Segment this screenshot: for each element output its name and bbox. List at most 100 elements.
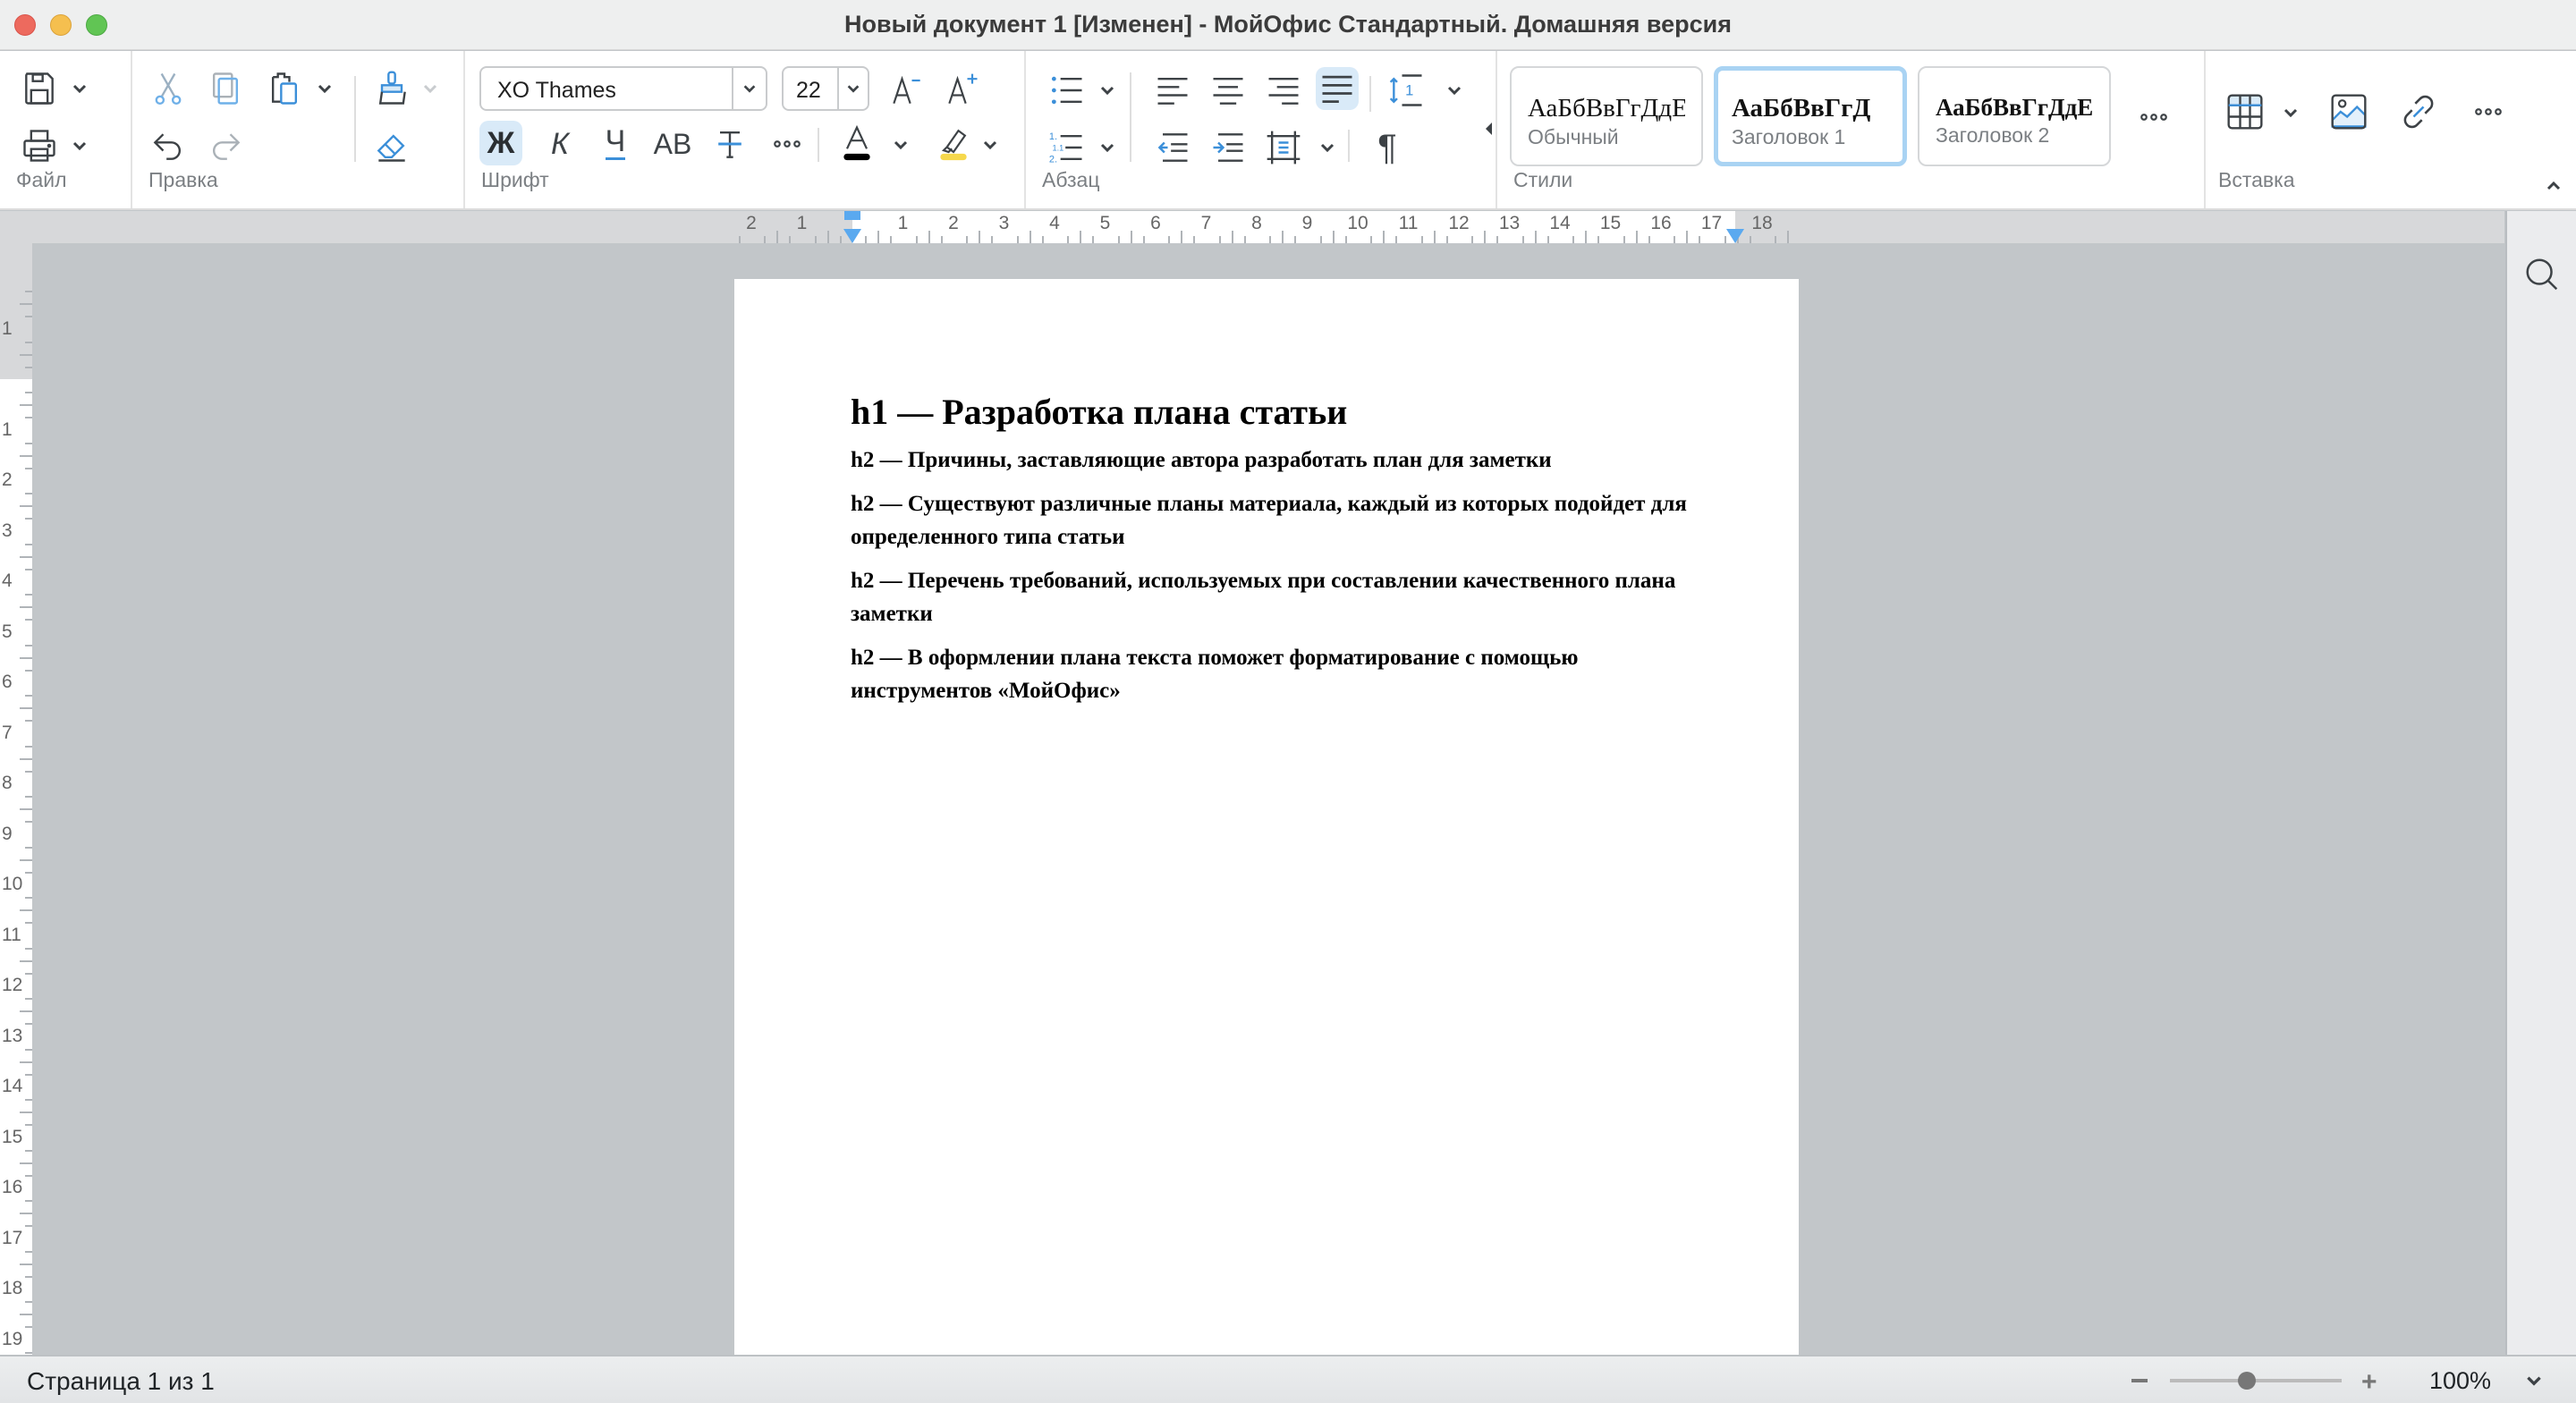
- zoom-slider-handle[interactable]: [2238, 1372, 2257, 1390]
- ruler-tick: [1193, 236, 1196, 243]
- more-insert-button[interactable]: [2465, 89, 2512, 135]
- clear-format-button[interactable]: [369, 123, 415, 169]
- style-normal[interactable]: АаБбВвГгДдЕе Обычный: [1510, 66, 1703, 166]
- format-painter-button[interactable]: [369, 65, 415, 112]
- ruler-label: 8: [2, 773, 13, 793]
- align-justify-button[interactable]: [1316, 67, 1359, 110]
- style-sample: АаБбВвГгД: [1732, 95, 1871, 123]
- ruler-tick: [1383, 231, 1385, 243]
- ruler-tick: [25, 1250, 32, 1253]
- insert-table-button[interactable]: [2222, 89, 2268, 135]
- more-font-options-button[interactable]: [764, 121, 810, 167]
- font-size-select[interactable]: 22: [782, 66, 869, 111]
- line-spacing-button[interactable]: 1: [1384, 67, 1430, 114]
- document-content[interactable]: h1 — Разработка плана статьи h2 — Причин…: [851, 390, 1709, 718]
- ruler-tick: [20, 1314, 32, 1316]
- print-button[interactable]: [16, 123, 63, 169]
- text-color-button[interactable]: [834, 119, 880, 165]
- strikethrough-button[interactable]: [707, 121, 753, 167]
- heading-1[interactable]: h1 — Разработка плана статьи: [851, 390, 1709, 435]
- chevron-down-icon: [2284, 108, 2298, 118]
- redo-button[interactable]: [202, 123, 249, 169]
- ruler-tick: [25, 720, 32, 723]
- left-indent-marker[interactable]: [843, 229, 861, 243]
- numbered-list-button[interactable]: 1. 1.1 2.: [1044, 124, 1090, 171]
- text-color-dropdown[interactable]: [889, 133, 912, 156]
- ruler-tick: [25, 392, 32, 394]
- line-spacing-dropdown[interactable]: [1443, 79, 1466, 102]
- font-name-value: XO Thames: [497, 78, 616, 103]
- align-center-button[interactable]: [1205, 67, 1251, 114]
- insert-table-dropdown[interactable]: [2279, 101, 2302, 124]
- svg-text:1.: 1.: [1049, 131, 1057, 142]
- heading-2[interactable]: h2 — В оформлении плана текста поможет ф…: [851, 641, 1709, 707]
- ruler-label: 19: [2, 1328, 23, 1349]
- paragraph-group-label: Абзац: [1042, 168, 1100, 191]
- right-indent-marker[interactable]: [1726, 229, 1744, 243]
- collapse-left-arrow[interactable]: [1486, 123, 1492, 135]
- print-dropdown[interactable]: [68, 134, 91, 157]
- font-increase-icon: [948, 73, 978, 105]
- ruler-tick: [25, 1073, 32, 1076]
- format-painter-dropdown[interactable]: [419, 77, 442, 100]
- paragraph-borders-button[interactable]: [1260, 124, 1307, 171]
- ruler-tick: [25, 518, 32, 520]
- paste-dropdown[interactable]: [313, 77, 336, 100]
- font-size-dropdown[interactable]: [837, 68, 868, 109]
- decrease-font-button[interactable]: [884, 67, 930, 114]
- paragraph-borders-dropdown[interactable]: [1316, 136, 1339, 159]
- style-heading-2[interactable]: АаБбВвГгДдЕ Заголовок 2: [1918, 66, 2111, 166]
- document-page[interactable]: h1 — Разработка плана статьи h2 — Причин…: [734, 279, 1799, 1355]
- all-caps-button[interactable]: АВ: [649, 121, 696, 167]
- search-button[interactable]: [2521, 254, 2563, 295]
- ruler-tick: [1029, 231, 1031, 243]
- decrease-indent-button[interactable]: [1149, 124, 1196, 171]
- heading-2[interactable]: h2 — Перечень требований, используемых п…: [851, 564, 1709, 630]
- undo-button[interactable]: [145, 123, 191, 169]
- more-styles-button[interactable]: [2131, 94, 2177, 140]
- vertical-ruler[interactable]: 1 1 2 3 4 5 6 7 8 9 10 11 12 13 14 15 16 17 18 19: [0, 243, 32, 1355]
- font-name-dropdown[interactable]: [732, 68, 766, 109]
- ruler-tick: [1749, 236, 1751, 243]
- save-button[interactable]: [16, 65, 63, 112]
- align-right-button[interactable]: [1260, 67, 1307, 114]
- font-name-select[interactable]: XO Thames: [479, 66, 767, 111]
- increase-indent-button[interactable]: [1205, 124, 1251, 171]
- bold-button[interactable]: Ж: [479, 121, 522, 165]
- insert-image-button[interactable]: [2326, 89, 2372, 135]
- font-size-value: 22: [796, 78, 821, 103]
- bullet-list-dropdown[interactable]: [1096, 79, 1119, 102]
- insert-link-button[interactable]: [2395, 89, 2442, 135]
- highlight-color-dropdown[interactable]: [979, 133, 1002, 156]
- show-formatting-marks-button[interactable]: ¶: [1364, 124, 1411, 171]
- ruler-tick: [25, 821, 32, 824]
- numbered-list-dropdown[interactable]: [1096, 136, 1119, 159]
- italic-button[interactable]: К: [537, 121, 583, 167]
- ruler-tick: [940, 236, 943, 243]
- cut-button[interactable]: [145, 65, 191, 112]
- save-dropdown[interactable]: [68, 77, 91, 100]
- highlight-color-button[interactable]: [930, 119, 977, 165]
- chevron-down-icon: [1100, 143, 1114, 153]
- first-line-indent-marker[interactable]: [844, 211, 860, 220]
- copy-button[interactable]: [202, 65, 249, 112]
- align-left-button[interactable]: [1149, 67, 1196, 114]
- ruler-tick: [25, 770, 32, 773]
- paste-button[interactable]: [261, 65, 308, 112]
- bullet-list-button[interactable]: [1044, 67, 1090, 114]
- zoom-dropdown[interactable]: [2524, 1371, 2544, 1395]
- zoom-in-button[interactable]: +: [2361, 1367, 2377, 1398]
- ruler-tick: [20, 909, 32, 912]
- underline-button[interactable]: Ч: [592, 121, 639, 167]
- right-side-panel: [2505, 211, 2576, 1355]
- style-heading-1[interactable]: АаБбВвГгД Заголовок 1: [1714, 66, 1907, 166]
- heading-2[interactable]: h2 — Причины, заставляющие автора разраб…: [851, 444, 1709, 477]
- zoom-out-button[interactable]: [2131, 1379, 2148, 1382]
- ruler-label: 2: [948, 213, 959, 233]
- collapse-ribbon-button[interactable]: [2542, 174, 2565, 198]
- heading-2[interactable]: h2 — Существуют различные планы материал…: [851, 487, 1709, 554]
- zoom-percentage[interactable]: 100%: [2429, 1367, 2491, 1395]
- ruler-tick: [25, 796, 32, 799]
- horizontal-ruler[interactable]: 2 1 1 2 3 4 5 6 7 8 9 10 11 12 13 14 15 16 17 18: [0, 211, 2504, 243]
- increase-font-button[interactable]: [939, 67, 986, 114]
